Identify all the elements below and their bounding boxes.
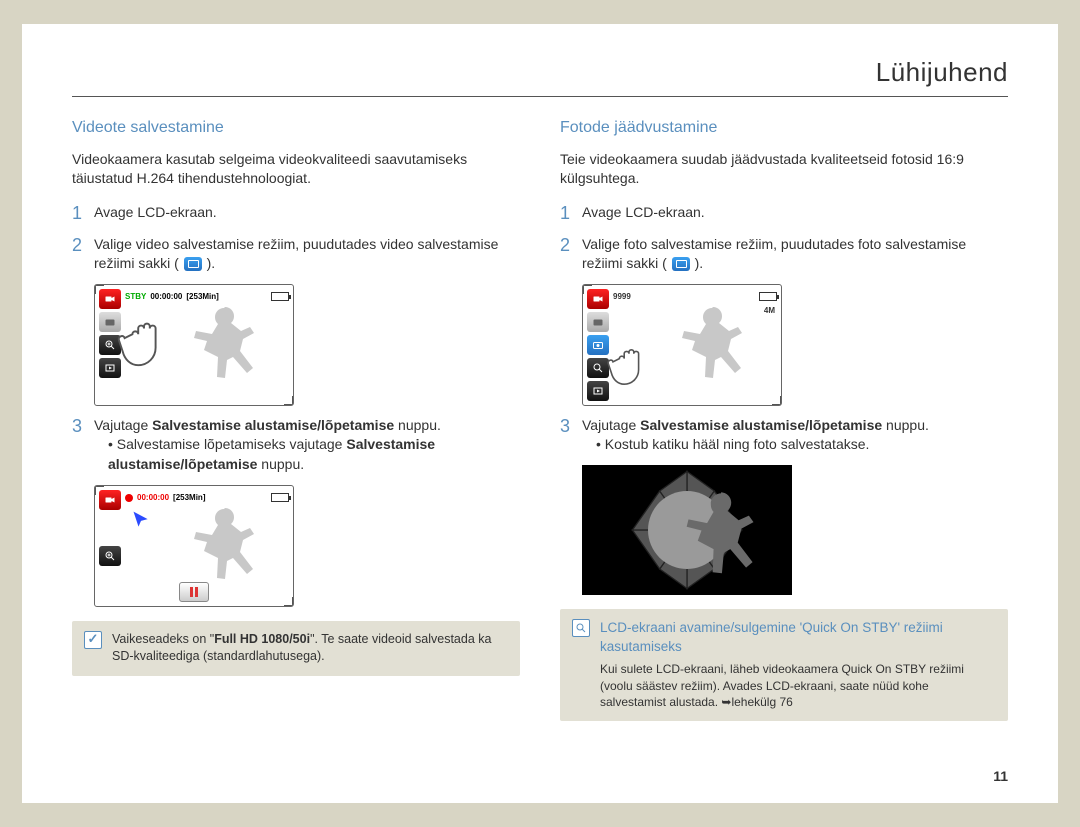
pause-stop-button (179, 582, 209, 602)
rec-dot-icon (125, 494, 133, 502)
step-3: 3 Vajutage Salvestamise alustamise/lõpet… (72, 416, 520, 475)
section-title: Lühijuhend (72, 54, 1008, 97)
step-number: 3 (72, 416, 94, 438)
sub-heading-photo: Fotode jäädvustamine (560, 117, 1008, 139)
step-text: Valige foto salvestamise režiim, puuduta… (582, 235, 1008, 274)
step-number: 1 (560, 203, 582, 225)
right-column: Fotode jäädvustamine Teie videokaamera s… (560, 117, 1008, 721)
text-fragment: Valige video salvestamise režiim, puudut… (94, 236, 498, 272)
stby-label: STBY (125, 291, 146, 302)
text-fragment: nuppu. (882, 417, 929, 433)
sidebar-grey-tab (587, 312, 609, 332)
step-number: 2 (560, 235, 582, 257)
cursor-arrow-icon (131, 510, 151, 530)
sub-heading-video: Videote salvestamine (72, 117, 520, 139)
page-ref: ➥lehekülg 76 (721, 695, 792, 709)
page-number: 11 (993, 767, 1008, 787)
lcd-screen-video-standby: STBY 00:00:00 [253Min] (94, 284, 294, 406)
text-bold: Salvestamise alustamise/lõpetamise (152, 417, 394, 433)
step-2: 2 Valige foto salvestamise režiim, puudu… (560, 235, 1008, 274)
shot-count: 9999 (613, 291, 631, 302)
note-body: Vaikeseadeks on "Full HD 1080/50i". Te s… (112, 631, 508, 666)
touch-hand-icon (605, 341, 653, 389)
lcd-screen-photo-mode: 9999 4M (582, 284, 782, 406)
sidebar-zoom-tab (99, 546, 121, 566)
step-1: 1 Avage LCD-ekraan. (560, 203, 1008, 225)
text-fragment: Vajutage (94, 417, 152, 433)
note-box-quick-stby: LCD-ekraani avamine/sulgemine 'Quick On … (560, 609, 1008, 721)
note-title: LCD-ekraani avamine/sulgemine 'Quick On … (600, 619, 996, 657)
step-3: 3 Vajutage Salvestamise alustamise/lõpet… (560, 416, 1008, 455)
step-number: 3 (560, 416, 582, 438)
text-bold: Full HD 1080/50i (214, 632, 310, 646)
touch-hand-icon (115, 313, 173, 371)
two-column-layout: Videote salvestamine Videokaamera kasuta… (72, 117, 1008, 721)
bullet-item: Salvestamise lõpetamiseks vajutage Salve… (108, 435, 520, 474)
shutter-illustration (582, 465, 792, 595)
intro-text: Videokaamera kasutab selgeima videokvali… (72, 150, 520, 189)
sidebar-video-tab (99, 490, 121, 510)
step-text: Vajutage Salvestamise alustamise/lõpetam… (94, 416, 520, 475)
sidebar-video-tab (587, 289, 609, 309)
manual-page: Lühijuhend Videote salvestamine Videokaa… (22, 24, 1058, 803)
note-box-default-setting: ✓ Vaikeseadeks on "Full HD 1080/50i". Te… (72, 621, 520, 676)
left-column: Videote salvestamine Videokaamera kasuta… (72, 117, 520, 721)
text-fragment: nuppu. (394, 417, 441, 433)
photo-mode-tab-icon (672, 257, 690, 271)
skater-silhouette-small (656, 485, 718, 575)
step-number: 1 (72, 203, 94, 225)
text-fragment: ). (695, 255, 704, 271)
bullet-item: Kostub katiku hääl ning foto salvestatak… (596, 435, 1008, 455)
step-text: Vajutage Salvestamise alustamise/lõpetam… (582, 416, 1008, 455)
step-number: 2 (72, 235, 94, 257)
step-1: 1 Avage LCD-ekraan. (72, 203, 520, 225)
step-text: Avage LCD-ekraan. (94, 203, 520, 223)
step-2: 2 Valige video salvestamise režiim, puud… (72, 235, 520, 274)
step-text: Valige video salvestamise režiim, puudut… (94, 235, 520, 274)
lcd-screen-video-recording: 00:00:00 [253Min] (94, 485, 294, 607)
intro-text: Teie videokaamera suudab jäädvustada kva… (560, 150, 1008, 189)
text-fragment: Vaikeseadeks on " (112, 632, 214, 646)
sidebar-video-tab (99, 289, 121, 309)
note-search-icon (572, 619, 590, 637)
note-text: Kui sulete LCD-ekraani, läheb videokaame… (600, 661, 996, 711)
text-bold: Salvestamise alustamise/lõpetamise (640, 417, 882, 433)
mode-sidebar (99, 490, 121, 566)
text-fragment: ). (207, 255, 216, 271)
note-info-icon: ✓ (84, 631, 102, 649)
skater-silhouette (658, 299, 768, 399)
text-fragment: Valige foto salvestamise režiim, puuduta… (582, 236, 966, 272)
text-fragment: nuppu. (257, 456, 304, 472)
elapsed-time: 00:00:00 (137, 492, 169, 503)
note-body: LCD-ekraani avamine/sulgemine 'Quick On … (600, 619, 996, 711)
step-text: Avage LCD-ekraan. (582, 203, 1008, 223)
video-mode-tab-icon (184, 257, 202, 271)
skater-silhouette (170, 299, 280, 399)
text-fragment: Salvestamise lõpetamiseks vajutage (117, 436, 347, 452)
text-fragment: Vajutage (582, 417, 640, 433)
